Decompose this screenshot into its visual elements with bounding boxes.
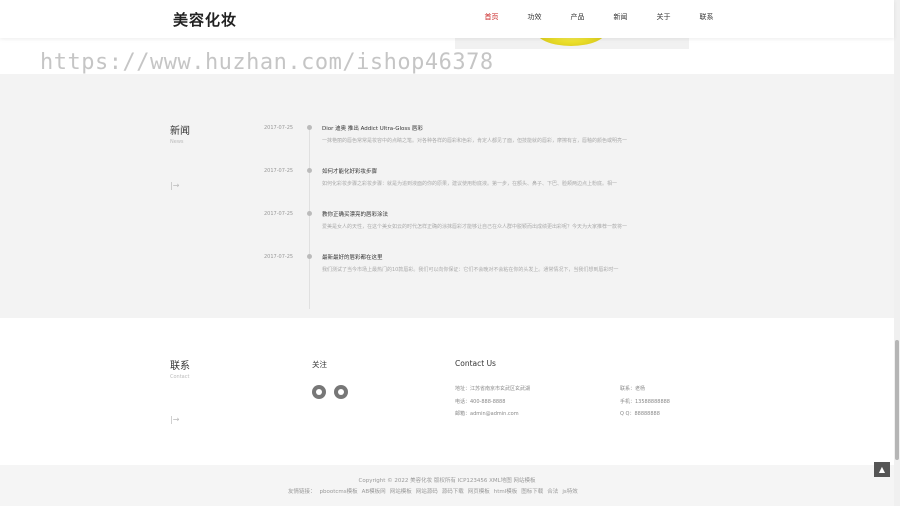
news-date: 2017-07-25 (264, 168, 294, 174)
friend-links: 友情链接： pbootcms模板 AB模板网 网站模板 网站源码 源码下载 网页… (288, 487, 578, 495)
watermark-text: https://www.huzhan.com/ishop46378 (40, 50, 494, 75)
news-desc: 我们测试了当今市场上最热门的10款唇彩。我们可以向你保证：它们不会晚对不会粘在你… (322, 267, 619, 273)
friend-link[interactable]: pbootcms模板 (320, 487, 358, 495)
contact-email[interactable]: 邮箱：admin@admin.com (455, 410, 519, 417)
news-title[interactable]: Dior 迪奥 推出 Addict Ultra-Gloss 唇彩 (322, 124, 423, 132)
contact-section-title: 联系 (170, 361, 190, 372)
scrollbar-thumb[interactable] (895, 340, 899, 460)
friend-link[interactable]: 网站模板 (390, 487, 412, 495)
weibo-icon[interactable] (312, 385, 326, 399)
news-item[interactable]: 2017-07-25 如何才能化好彩妆步骤 如何化彩妆步骤之彩妆步骤：就是为追到… (264, 168, 704, 198)
back-to-top-button[interactable]: ▲ (874, 462, 890, 477)
wechat-icon[interactable] (334, 385, 348, 399)
contact-section-subtitle: Contact (170, 374, 190, 380)
news-desc: 一抹艳丽的唇色常常是妆容中的点睛之笔。对各种各样的唇彩和色彩，肯定人都见了面，但… (322, 138, 628, 144)
friend-link[interactable]: AB模板网 (362, 487, 386, 495)
friend-link[interactable]: 图标下载 (521, 487, 543, 495)
news-date: 2017-07-25 (264, 211, 294, 217)
page-scrollbar[interactable] (894, 0, 900, 506)
friend-link[interactable]: 合法 (547, 487, 558, 495)
contact-us-title: Contact Us (455, 359, 496, 368)
contact-mobile: 手机：13588888888 (620, 399, 670, 405)
timeline-dot (307, 125, 312, 130)
timeline-dot (307, 168, 312, 173)
news-date: 2017-07-25 (264, 254, 294, 260)
contact-qq: Q Q：88888888 (620, 411, 660, 417)
friend-link[interactable]: html模板 (494, 487, 518, 495)
friend-link[interactable]: 网页模板 (468, 487, 490, 495)
nav-item-products[interactable]: 产品 (556, 12, 599, 22)
news-item[interactable]: 2017-07-25 Dior 迪奥 推出 Addict Ultra-Gloss… (264, 125, 704, 155)
timeline-dot (307, 254, 312, 259)
news-section-title: 新闻 (170, 126, 190, 137)
news-title[interactable]: 最新最好的唇彩都在这里 (322, 253, 383, 261)
friend-link[interactable]: js特效 (562, 487, 577, 495)
nav-item-home[interactable]: 首页 (470, 12, 513, 22)
news-title[interactable]: 教你正确买漂亮的唇彩涂法 (322, 210, 388, 218)
nav-item-contact[interactable]: 联系 (685, 12, 728, 22)
news-desc: 爱美是女人的天性，在这个美女如云的时代怎样正确的涂抹唇彩才能够让自己在众人群中脱… (322, 224, 628, 230)
friend-links-label: 友情链接： (288, 489, 316, 495)
nav-item-about[interactable]: 关于 (642, 12, 685, 22)
contact-address: 地址：江苏省南京市玄武区玄武湖 (455, 386, 531, 392)
news-item[interactable]: 2017-07-25 最新最好的唇彩都在这里 我们测试了当今市场上最热门的10款… (264, 254, 704, 284)
follow-title: 关注 (312, 360, 327, 369)
copyright-text: Copyright © 2022 美容化妆 版权所有 ICP123456 XML… (358, 478, 536, 484)
site-logo[interactable]: 美容化妆 (173, 9, 237, 30)
contact-section: 联系 Contact |→ 关注 Contact Us 地址：江苏省南京市玄武区… (0, 318, 894, 465)
contact-more-arrow[interactable]: |→ (170, 415, 179, 424)
news-item[interactable]: 2017-07-25 教你正确买漂亮的唇彩涂法 爱美是女人的天性，在这个美女如云… (264, 211, 704, 241)
news-more-arrow[interactable]: |→ (170, 181, 179, 190)
friend-link[interactable]: 网站源码 (416, 487, 438, 495)
nav-item-effects[interactable]: 功效 (513, 12, 556, 22)
news-section-subtitle: News (170, 139, 184, 145)
friend-link[interactable]: 源码下载 (442, 487, 464, 495)
news-desc: 如何化彩妆步骤之彩妆步骤：就是为追到液面的你的原果，建议使用粉底液。第一步，在额… (322, 181, 618, 187)
timeline-dot (307, 211, 312, 216)
nav-item-news[interactable]: 新闻 (599, 12, 642, 22)
main-nav: 首页 功效 产品 新闻 关于 联系 (470, 12, 728, 22)
contact-phone: 电话：400-888-8888 (455, 399, 506, 405)
contact-person: 联系：老杨 (620, 386, 646, 392)
news-section: 新闻 News |→ 2017-07-25 Dior 迪奥 推出 Addict … (0, 74, 894, 318)
site-header: 美容化妆 首页 功效 产品 新闻 关于 联系 (0, 0, 894, 38)
news-title[interactable]: 如何才能化好彩妆步骤 (322, 167, 377, 175)
site-footer: Copyright © 2022 美容化妆 版权所有 ICP123456 XML… (0, 465, 894, 506)
news-date: 2017-07-25 (264, 125, 294, 131)
